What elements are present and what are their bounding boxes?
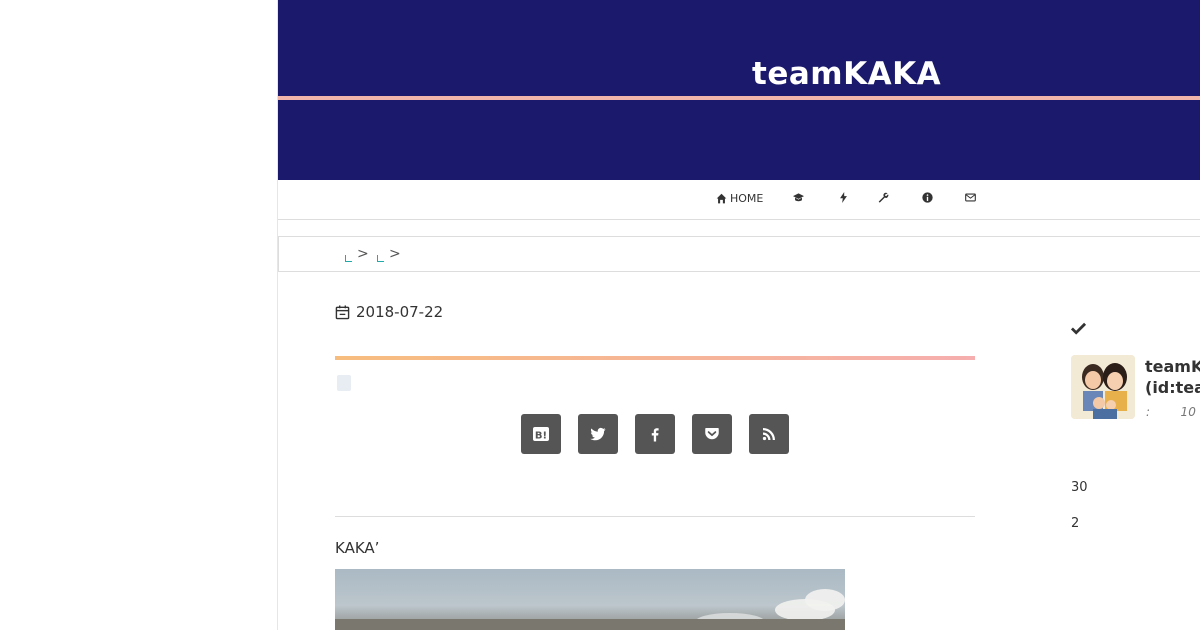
author-meta: : 10 [1146, 405, 1196, 419]
breadcrumb-link-1[interactable] [345, 255, 352, 262]
author-name-line1: teamK [1145, 357, 1200, 376]
home-icon [716, 193, 727, 204]
title-accent-line [278, 96, 1200, 100]
nav-study[interactable] [793, 192, 804, 203]
wrench-icon [878, 192, 889, 203]
post-date: 2018-07-22 [335, 303, 443, 321]
post-date-text: 2018-07-22 [356, 303, 444, 321]
author-id: (id:tea [1145, 378, 1200, 397]
author-name[interactable]: teamK (id:tea [1145, 356, 1200, 398]
info-icon [922, 192, 933, 203]
svg-text:B!: B! [535, 431, 547, 442]
graduation-cap-icon [793, 193, 804, 202]
hatena-bookmark-button[interactable]: B! [521, 414, 561, 454]
nav-info[interactable] [922, 192, 933, 203]
nav-home[interactable]: HOME [716, 192, 763, 205]
facebook-share-button[interactable] [635, 414, 675, 454]
nav-home-label: HOME [730, 192, 764, 205]
family-illustration [1071, 355, 1135, 419]
bolt-icon [840, 192, 847, 203]
breadcrumb-separator: > [357, 246, 369, 262]
rss-feed-button[interactable] [749, 414, 789, 454]
author-avatar[interactable] [1071, 355, 1135, 419]
article-intro-text: KAKA’ [335, 539, 380, 557]
twitter-icon [590, 427, 606, 441]
global-nav: HOME [278, 180, 1200, 220]
envelope-icon [965, 193, 976, 202]
calendar-icon [335, 304, 350, 319]
breadcrumb: > > [278, 236, 1200, 272]
sidebar-stat-1: 30 [1071, 480, 1088, 495]
rss-icon [762, 428, 775, 441]
breadcrumb-link-2[interactable] [377, 255, 384, 262]
sidebar-stat-2: 2 [1071, 516, 1080, 531]
site-header: teamKAKA [278, 0, 1200, 180]
pocket-share-button[interactable] [692, 414, 732, 454]
check-icon [1071, 322, 1086, 335]
article-photo [335, 569, 845, 630]
content-divider [335, 516, 975, 517]
twitter-share-button[interactable] [578, 414, 618, 454]
left-blank-area [0, 0, 278, 630]
nav-bolt[interactable] [838, 192, 849, 203]
hatena-bookmark-icon: B! [533, 427, 549, 442]
category-tag[interactable] [337, 375, 351, 391]
breadcrumb-separator: > [389, 246, 401, 262]
pocket-icon [705, 428, 719, 440]
nav-contact[interactable] [965, 192, 976, 203]
nav-tools[interactable] [878, 192, 889, 203]
site-title[interactable]: teamKAKA [752, 56, 941, 92]
facebook-icon [651, 428, 659, 442]
title-gradient-divider [335, 356, 975, 360]
